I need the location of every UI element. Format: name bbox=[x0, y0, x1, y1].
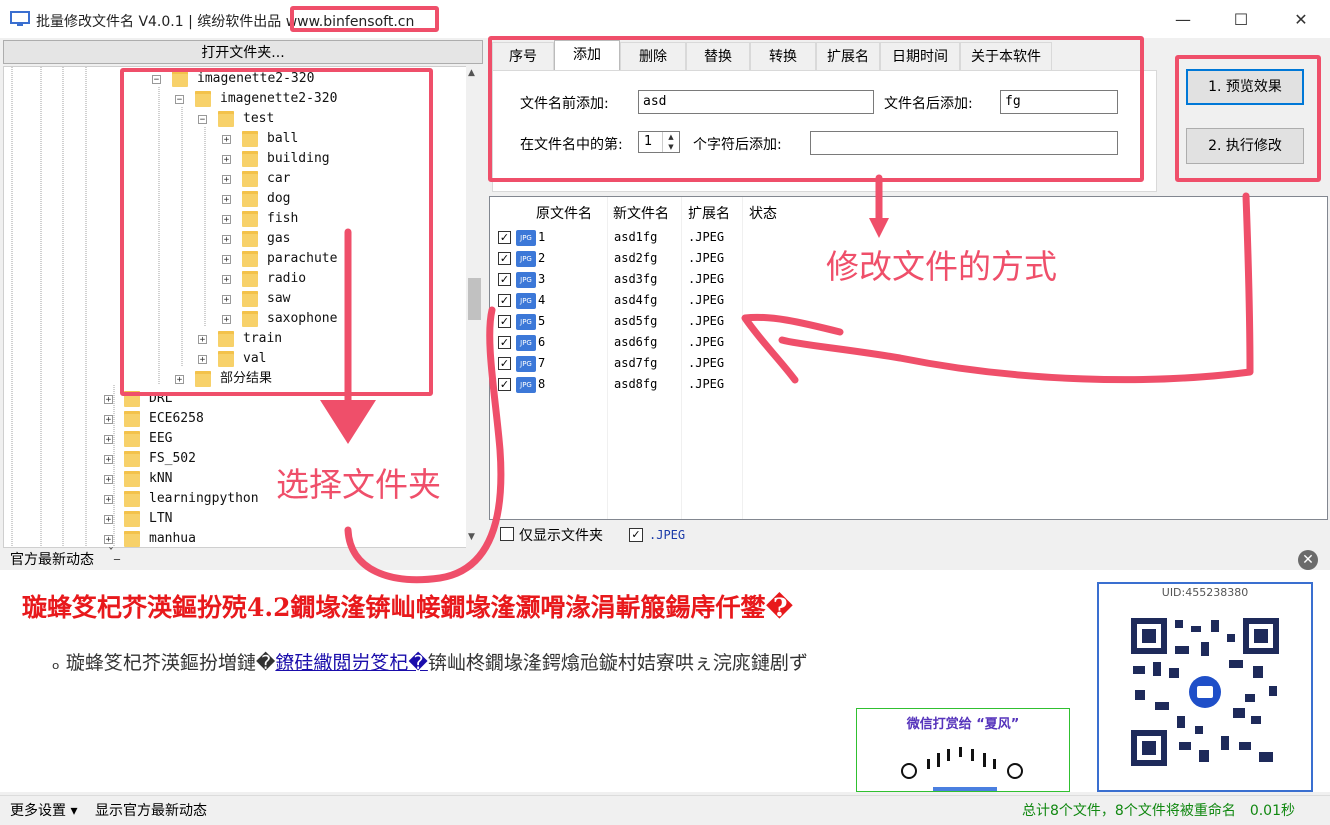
annotation-select-folder: 选择文件夹 bbox=[276, 465, 441, 504]
annotation-arrows bbox=[320, 174, 1254, 584]
annotation-modify-method: 修改文件的方式 bbox=[826, 247, 1057, 286]
